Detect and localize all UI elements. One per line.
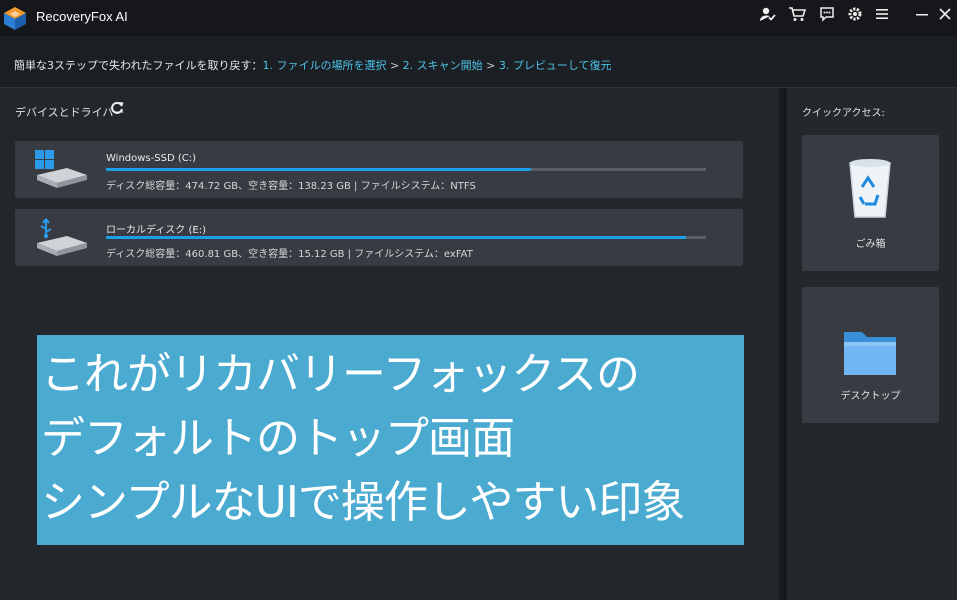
minimize-icon[interactable] xyxy=(911,3,933,25)
quick-access-panel: クイックアクセス: ごみ箱 デスクトップ xyxy=(787,88,957,600)
caption-overlay: これがリカバリーフォックスの デフォルトのトップ画面 シンプルなUIで操作しやす… xyxy=(37,335,744,545)
steps-lead: 簡単な3ステップで失われたファイルを取り戻す： xyxy=(14,59,263,72)
steps-bar: 簡単な3ステップで失われたファイルを取り戻す：1. ファイルの場所を選択 > 2… xyxy=(0,36,957,88)
step-2: 2. スキャン開始 xyxy=(402,59,483,72)
step-3: 3. プレビューして復元 xyxy=(498,59,612,72)
settings-icon[interactable] xyxy=(844,3,866,25)
steps-guide: 簡単な3ステップで失われたファイルを取り戻す：1. ファイルの場所を選択 > 2… xyxy=(14,57,612,73)
drive-name: ローカルディスク (E:) xyxy=(106,225,206,236)
cart-icon[interactable] xyxy=(786,3,808,25)
quick-access-recycle-bin[interactable]: ごみ箱 xyxy=(802,135,939,271)
app-logo-icon xyxy=(4,7,26,30)
drive-usage-bar xyxy=(106,236,706,239)
drive-info: ディスク総容量：474.72 GB、空き容量：138.23 GB | ファイルシ… xyxy=(106,181,476,192)
step-separator: > xyxy=(386,59,403,72)
recycle-bin-icon xyxy=(849,159,891,218)
caption-line: これがリカバリーフォックスの xyxy=(41,349,640,400)
title-bar: RecoveryFox AI xyxy=(0,0,957,36)
drive-usage-fill xyxy=(106,168,532,171)
step-separator: > xyxy=(482,59,499,72)
drive-usage-fill xyxy=(106,236,687,239)
caption-line: シンプルなUIで操作しやすい印象 xyxy=(41,477,685,528)
quick-access-item-label: ごみ箱 xyxy=(855,239,886,250)
usb-drive-icon xyxy=(37,218,87,256)
app-title: RecoveryFox AI xyxy=(36,9,128,24)
drive-card-c[interactable]: Windows-SSD (C:) ディスク総容量：474.72 GB、空き容量：… xyxy=(15,141,743,198)
menu-icon[interactable] xyxy=(871,3,893,25)
drive-usage-bar xyxy=(106,168,706,171)
folder-icon xyxy=(844,332,896,375)
refresh-icon[interactable] xyxy=(110,101,124,115)
quick-access-desktop[interactable]: デスクトップ xyxy=(802,287,939,423)
windows-drive-icon xyxy=(35,150,87,188)
devices-label: デバイスとドライバー xyxy=(15,106,125,119)
quick-access-label: クイックアクセス: xyxy=(802,108,885,119)
feedback-icon[interactable] xyxy=(816,3,838,25)
quick-access-item-label: デスクトップ xyxy=(840,391,901,402)
drive-info: ディスク総容量：460.81 GB、空き容量：15.12 GB | ファイルシス… xyxy=(106,249,473,260)
step-1: 1. ファイルの場所を選択 xyxy=(262,59,387,72)
drive-card-e[interactable]: ローカルディスク (E:) ディスク総容量：460.81 GB、空き容量：15.… xyxy=(15,209,743,266)
user-check-icon[interactable] xyxy=(757,3,779,25)
close-icon[interactable] xyxy=(934,3,956,25)
panel-divider xyxy=(779,88,787,600)
caption-line: デフォルトのトップ画面 xyxy=(41,413,515,464)
drive-name: Windows-SSD (C:) xyxy=(106,153,196,164)
